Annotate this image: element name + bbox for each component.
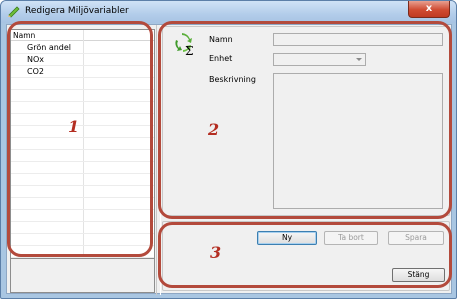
list-item[interactable] — [11, 102, 154, 114]
list-item[interactable] — [11, 90, 154, 102]
column-header-name[interactable]: Namn — [13, 30, 35, 41]
close-window-button[interactable]: x — [408, 1, 450, 18]
save-button[interactable]: Spara — [388, 231, 444, 245]
variables-list[interactable]: Namn Grön andel NOx CO2 — [10, 29, 155, 259]
list-item[interactable] — [11, 150, 154, 162]
edit-pencil-icon — [8, 6, 20, 18]
new-button[interactable]: Ny — [257, 231, 317, 245]
annotation-number-2: 2 — [208, 120, 220, 139]
list-item[interactable] — [11, 246, 154, 258]
list-item-label: NOx — [27, 55, 45, 64]
list-item[interactable]: Grön andel — [11, 42, 154, 54]
details-panel: Σ Namn Enhet Beskrivning — [162, 26, 450, 216]
dialog-client-area: Namn Grön andel NOx CO2 Σ Namn Enhet Beskr… — [6, 24, 452, 295]
name-label: Namn — [209, 35, 233, 44]
list-item[interactable] — [11, 198, 154, 210]
annotation-number-3: 3 — [210, 243, 222, 262]
list-item[interactable] — [11, 186, 154, 198]
actions-panel: Ny Ta bort Spara Stäng — [162, 221, 450, 291]
list-item[interactable] — [11, 138, 154, 150]
svg-text:Σ: Σ — [185, 44, 193, 57]
recycle-sigma-icon: Σ — [175, 33, 193, 57]
list-item[interactable] — [11, 78, 154, 90]
description-field[interactable] — [273, 73, 443, 209]
list-item[interactable] — [11, 222, 154, 234]
list-item[interactable] — [11, 162, 154, 174]
delete-button[interactable]: Ta bort — [324, 231, 378, 245]
list-item[interactable]: NOx — [11, 54, 154, 66]
title-bar[interactable]: Redigera Miljövariabler x — [1, 1, 456, 23]
description-label: Beskrivning — [209, 75, 256, 84]
name-field[interactable] — [273, 33, 443, 46]
list-item[interactable] — [11, 174, 154, 186]
chevron-down-icon — [356, 58, 362, 61]
annotation-number-1: 1 — [68, 117, 80, 136]
window: Redigera Miljövariabler x Namn Grön ande… — [0, 0, 457, 299]
unit-select[interactable] — [273, 53, 366, 66]
list-item[interactable] — [11, 234, 154, 246]
list-item[interactable] — [11, 126, 154, 138]
list-footer-area — [10, 259, 155, 293]
splitter[interactable] — [156, 25, 161, 295]
list-item-label: Grön andel — [27, 43, 72, 52]
list-item-label: CO2 — [27, 67, 44, 76]
close-button[interactable]: Stäng — [392, 268, 445, 282]
list-item[interactable]: CO2 — [11, 66, 154, 78]
list-item[interactable] — [11, 210, 154, 222]
list-item[interactable] — [11, 114, 154, 126]
window-title: Redigera Miljövariabler — [25, 6, 129, 16]
list-rows: Grön andel NOx CO2 — [11, 42, 154, 258]
unit-label: Enhet — [209, 54, 233, 63]
